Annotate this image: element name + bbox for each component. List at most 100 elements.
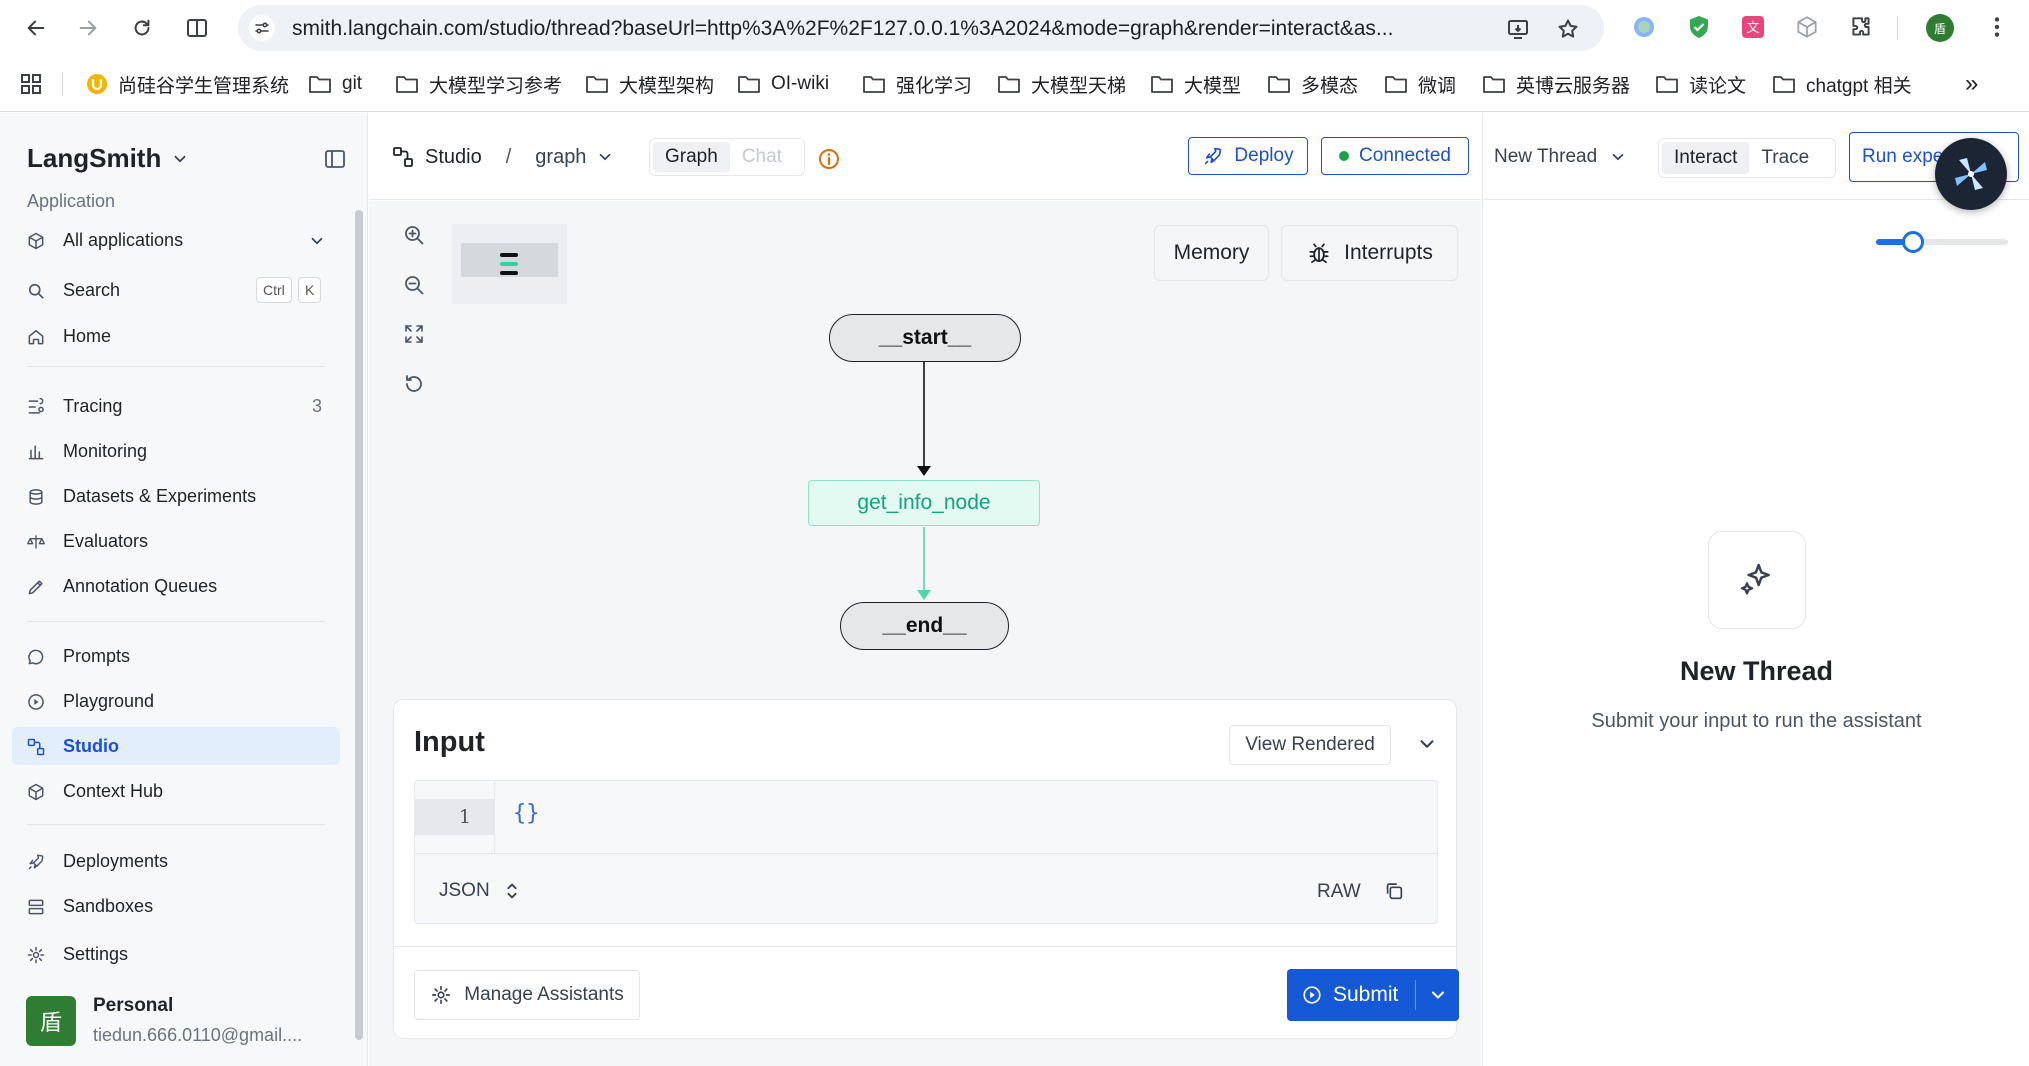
bookmark-item[interactable]: chatgpt 相关 xyxy=(1772,70,1912,98)
graph-node-get-info[interactable]: get_info_node xyxy=(808,480,1040,526)
bookmark-label: 大模型天梯 xyxy=(1031,75,1127,97)
sidebar-item-label: Monitoring xyxy=(63,441,148,461)
extension-globe-icon[interactable] xyxy=(1631,14,1657,40)
sidebar-item-playground[interactable]: Playground xyxy=(12,682,340,720)
bookmark-star-icon[interactable] xyxy=(1556,17,1580,41)
sidebar-item-label: Datasets & Experiments xyxy=(63,486,257,506)
extension-translate-icon[interactable]: 文 xyxy=(1740,14,1766,40)
sidebar-item-prompts[interactable]: Prompts xyxy=(12,637,340,675)
back-button[interactable] xyxy=(20,12,52,44)
sidebar-item-home[interactable]: Home xyxy=(12,317,340,355)
submit-options-button[interactable] xyxy=(1416,985,1459,1005)
sidebar-item-evaluators[interactable]: Evaluators xyxy=(12,522,340,560)
sidebar-item-search[interactable]: Search Ctrl K xyxy=(12,271,340,309)
sidebar-item-monitoring[interactable]: Monitoring xyxy=(12,432,340,470)
sidebar-item-label: Tracing xyxy=(63,396,123,416)
manage-assistants-button[interactable]: Manage Assistants xyxy=(414,970,640,1020)
apps-grid-icon[interactable] xyxy=(18,71,44,97)
folder-icon xyxy=(1483,76,1505,93)
json-editor[interactable]: 1 {} JSON RAW xyxy=(414,780,1438,924)
graph-node-end[interactable]: __end__ xyxy=(840,602,1009,650)
user-avatar[interactable]: 盾 xyxy=(26,996,76,1046)
view-rendered-button[interactable]: View Rendered xyxy=(1229,725,1391,765)
sidebar-divider xyxy=(27,366,325,367)
extension-cube-icon[interactable] xyxy=(1794,14,1820,40)
floating-assistant-button[interactable] xyxy=(1935,138,2007,210)
brand-name: LangSmith xyxy=(27,143,162,173)
tab-trace[interactable]: Trace xyxy=(1749,142,1821,174)
bookmark-item[interactable]: 微调 xyxy=(1384,70,1456,98)
bookmark-item[interactable]: 大模型天梯 xyxy=(997,70,1126,98)
sidebar-item-studio[interactable]: Studio xyxy=(12,727,340,765)
empty-state-title: New Thread xyxy=(1679,656,1834,686)
copy-button[interactable] xyxy=(1383,880,1407,904)
browser-toolbar: smith.langchain.com/studio/thread?baseUr… xyxy=(0,0,2029,56)
extension-shield-icon[interactable] xyxy=(1686,14,1712,40)
sidebar-item-label: Prompts xyxy=(63,646,131,666)
info-icon[interactable] xyxy=(817,147,841,171)
bookmark-item[interactable]: 大模型 xyxy=(1150,70,1241,98)
tab-chat[interactable]: Chat xyxy=(730,142,794,172)
sidebar-item-label: Search xyxy=(63,280,121,300)
install-app-icon[interactable] xyxy=(1506,17,1530,41)
chevron-down-icon xyxy=(311,237,323,245)
split-view-button[interactable] xyxy=(181,12,213,44)
sidebar-item-deployments[interactable]: Deployments xyxy=(12,842,340,880)
user-email: tiedun.666.0110@gmail.... xyxy=(93,1025,303,1045)
sidebar-item-tracing[interactable]: Tracing 3 xyxy=(12,387,340,425)
extensions-puzzle-icon[interactable] xyxy=(1848,14,1874,40)
submit-button[interactable]: Submit xyxy=(1287,969,1459,1021)
sidebar-item-settings[interactable]: Settings xyxy=(12,935,340,973)
bookmark-item[interactable]: 多模态 xyxy=(1267,70,1358,98)
sidebar-item-label: Evaluators xyxy=(63,531,149,551)
graph-node-start[interactable]: __start__ xyxy=(829,314,1021,362)
bookmark-item[interactable]: 大模型学习参考 xyxy=(395,70,562,98)
tab-interact[interactable]: Interact xyxy=(1662,142,1750,174)
collapse-sidebar-button[interactable] xyxy=(323,147,349,173)
site-settings-icon[interactable] xyxy=(249,15,275,41)
bookmark-item[interactable]: 读论文 xyxy=(1655,70,1746,98)
pinwheel-icon xyxy=(1955,158,1987,190)
address-bar[interactable]: smith.langchain.com/studio/thread?baseUr… xyxy=(238,5,1604,51)
thread-select[interactable]: New Thread xyxy=(1494,146,1627,168)
sidebar-scrollbar[interactable] xyxy=(355,210,363,1040)
bookmarks-overflow-button[interactable]: » xyxy=(1965,70,1978,98)
bookmark-item[interactable]: 大模型架构 xyxy=(585,70,714,98)
sidebar-item-annotation-queues[interactable]: Annotation Queues xyxy=(12,567,340,605)
graph-canvas[interactable]: Memory Interrupts __start__ get_info_nod… xyxy=(369,201,1481,1066)
bookmark-item[interactable]: git xyxy=(308,70,362,98)
user-name[interactable]: Personal xyxy=(93,995,173,1017)
graph-select[interactable]: graph xyxy=(535,146,614,169)
sidebar-item-label: Deployments xyxy=(63,851,169,871)
sidebar-item-sandboxes[interactable]: Sandboxes xyxy=(12,887,340,925)
bookmark-item[interactable]: 英博云服务器 xyxy=(1482,70,1630,98)
bookmark-label: OI-wiki xyxy=(771,73,830,94)
collapse-input-button[interactable] xyxy=(1416,733,1440,757)
connection-status-button[interactable]: Connected xyxy=(1321,137,1469,175)
sidebar-item-all-applications[interactable]: All applications xyxy=(12,221,340,259)
sidebar-item-context-hub[interactable]: Context Hub xyxy=(12,772,340,810)
deploy-button[interactable]: Deploy xyxy=(1188,137,1308,175)
brand-menu[interactable]: LangSmith xyxy=(27,143,189,174)
bookmark-item[interactable]: OI-wiki xyxy=(737,70,829,98)
sidebar-item-label: Settings xyxy=(63,944,129,964)
format-select[interactable]: JSON xyxy=(439,880,520,902)
sidebar-item-datasets[interactable]: Datasets & Experiments xyxy=(12,477,340,515)
reload-button[interactable] xyxy=(126,12,158,44)
slider-handle[interactable] xyxy=(1901,231,1924,253)
bookmark-item[interactable]: 尚硅谷学生管理系统 xyxy=(86,70,289,98)
url-text[interactable]: smith.langchain.com/studio/thread?baseUr… xyxy=(292,17,1472,41)
slider-track[interactable] xyxy=(1876,239,2008,245)
bookmark-label: 大模型 xyxy=(1184,75,1242,97)
breadcrumb-studio[interactable]: Studio xyxy=(425,146,482,169)
editor-code[interactable]: {} xyxy=(513,801,540,826)
browser-menu-icon[interactable] xyxy=(1984,14,2010,40)
tab-graph[interactable]: Graph xyxy=(653,142,730,172)
bookmark-item[interactable]: 强化学习 xyxy=(862,70,972,98)
profile-avatar[interactable]: 盾 xyxy=(1926,14,1954,42)
raw-toggle[interactable]: RAW xyxy=(1317,881,1361,903)
line-number: 1 xyxy=(458,806,471,828)
forward-button[interactable] xyxy=(72,12,104,44)
submit-main[interactable]: Submit xyxy=(1287,983,1415,1007)
editor-footer: JSON RAW xyxy=(415,853,1437,923)
